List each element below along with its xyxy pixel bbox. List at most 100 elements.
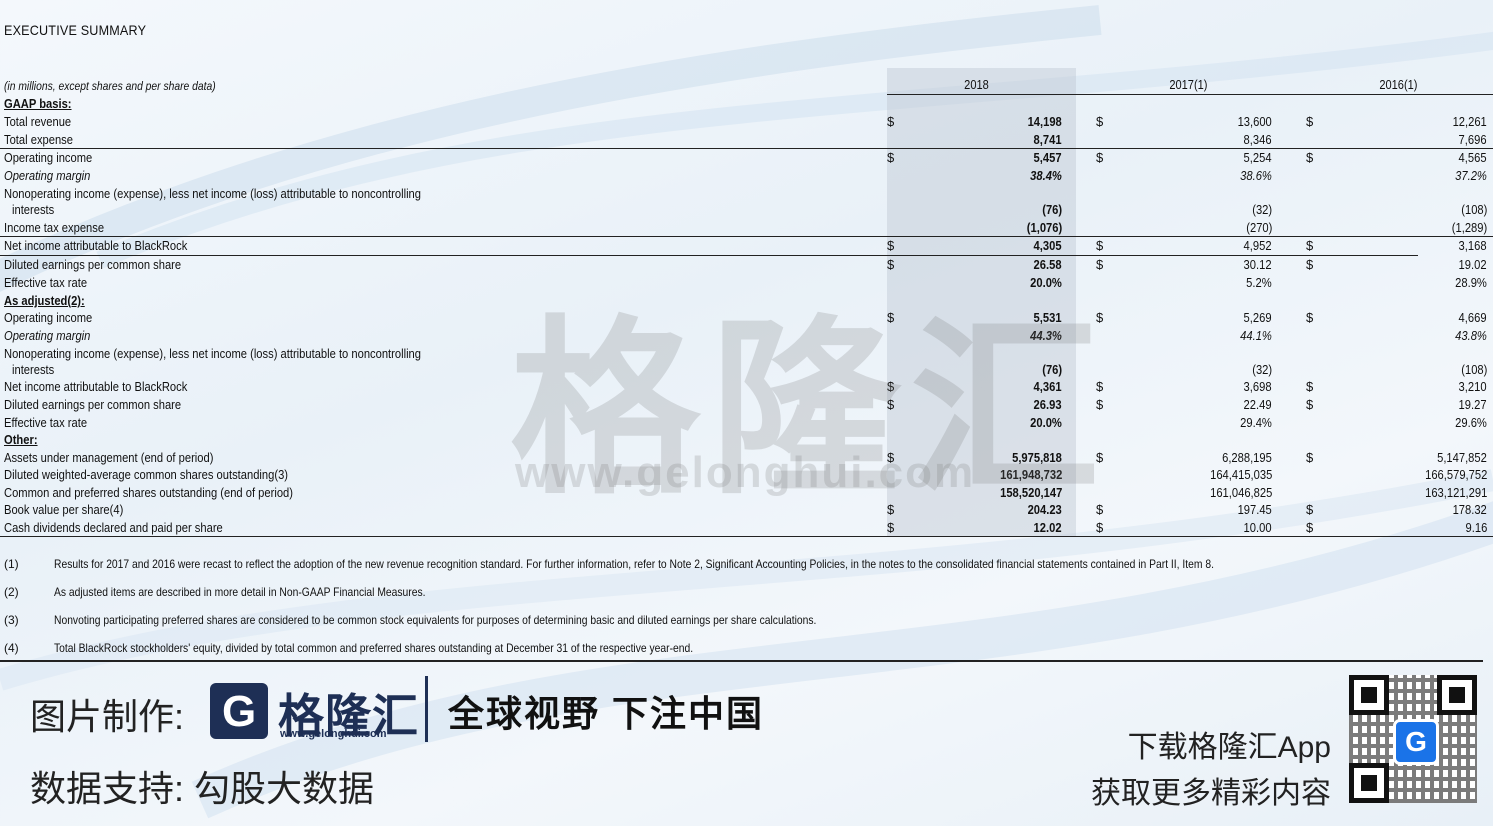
table-row: Income tax expense (1,076) (270) (1,289) <box>0 220 1493 237</box>
cell-value-2016: 3,210 <box>1459 379 1487 394</box>
cell-value-2016: 166,579,752 <box>1424 467 1487 482</box>
currency-symbol: $ <box>1306 379 1314 394</box>
cell-value-2017: 38.6% <box>1240 168 1272 183</box>
row-label: Total revenue <box>4 114 72 129</box>
cell-value-2017: 164,415,035 <box>1209 467 1272 482</box>
footnote-number: (3) <box>4 613 19 627</box>
rule <box>0 236 1493 237</box>
cell-value-2017: 13,600 <box>1237 114 1272 129</box>
currency-symbol: $ <box>1306 114 1314 129</box>
table-row: interests (76) (32) (108) <box>0 202 1493 219</box>
units-note: (in millions, except shares and per shar… <box>4 79 216 93</box>
row-label: As adjusted(2): <box>4 293 85 308</box>
cell-value-2017: 5,254 <box>1244 150 1272 165</box>
footnote-text: Nonvoting participating preferred shares… <box>54 613 817 627</box>
currency-symbol: $ <box>1306 397 1314 412</box>
cell-value-2016: 43.8% <box>1455 328 1487 343</box>
cell-value-2016: 163,121,291 <box>1424 485 1487 500</box>
cell-value-2017: 5,269 <box>1244 310 1272 325</box>
cell-value-2018: (76) <box>1042 202 1062 217</box>
footnote-text: As adjusted items are described in more … <box>54 585 426 599</box>
cell-value-2017: 22.49 <box>1244 397 1272 412</box>
cell-value-2016: 29.6% <box>1455 415 1487 430</box>
rule <box>0 536 1493 537</box>
download-app-text: 下载格隆汇App <box>1127 731 1331 764</box>
table-row: Total expense 8,741 8,346 7,696 <box>0 132 1493 149</box>
cell-value-2016: 9.16 <box>1465 520 1487 535</box>
banner-separator <box>425 676 428 742</box>
page-title: EXECUTIVE SUMMARY <box>4 22 147 38</box>
qr-code-icon[interactable]: G <box>1349 675 1477 803</box>
more-content-text: 获取更多精彩内容 <box>1091 777 1331 810</box>
cell-value-2016: 4,669 <box>1459 310 1487 325</box>
row-label: Other: <box>4 432 38 447</box>
cell-value-2018: 38.4% <box>1030 168 1062 183</box>
cell-value-2016: (108) <box>1460 362 1487 377</box>
gelonghui-logo-icon: G <box>210 683 268 739</box>
row-label: Diluted earnings per common share <box>4 397 182 412</box>
year-header-2018: 2018 <box>964 77 989 92</box>
currency-symbol: $ <box>1096 238 1104 253</box>
currency-symbol: $ <box>1306 238 1314 253</box>
cell-value-2017: 5.2% <box>1246 275 1272 290</box>
cell-value-2017: 6,288,195 <box>1222 450 1272 465</box>
cell-value-2016: 12,261 <box>1452 114 1487 129</box>
year-header-2017: 2017(1) <box>1169 77 1208 92</box>
row-label: Total expense <box>4 132 74 147</box>
cell-value-2016: 4,565 <box>1459 150 1487 165</box>
row-label: Operating margin <box>4 168 91 183</box>
data-support-label: 数据支持: 勾股大数据 <box>30 768 375 809</box>
row-label: interests <box>12 202 55 217</box>
currency-symbol: $ <box>887 150 895 165</box>
row-label: Net income attributable to BlackRock <box>4 238 188 253</box>
footnote-number: (1) <box>4 557 19 571</box>
row-label: Operating income <box>4 150 93 165</box>
currency-symbol: $ <box>1096 150 1104 165</box>
cell-value-2016: (108) <box>1460 202 1487 217</box>
currency-symbol: $ <box>887 238 895 253</box>
footnote-text: Results for 2017 and 2016 were recast to… <box>54 557 1214 571</box>
row-label: Cash dividends declared and paid per sha… <box>4 520 223 535</box>
cell-value-2016: 19.27 <box>1459 397 1487 412</box>
row-label: Common and preferred shares outstanding … <box>4 485 293 500</box>
table-row: Operating income $ $ $5,457 5,254 4,565 <box>0 150 1493 167</box>
cell-value-2016: (1,289) <box>1451 220 1487 235</box>
row-label: Income tax expense <box>4 220 105 235</box>
currency-symbol: $ <box>1096 114 1104 129</box>
qr-finder <box>1437 675 1477 715</box>
cell-value-2016: 28.9% <box>1455 275 1487 290</box>
cell-value-2016: 178.32 <box>1452 502 1487 517</box>
row-label: Effective tax rate <box>4 415 88 430</box>
row-label: Effective tax rate <box>4 275 88 290</box>
row-label: Nonoperating income (expense), less net … <box>4 346 421 361</box>
row-label: Operating income <box>4 310 93 325</box>
cell-value-2016: 3,168 <box>1459 238 1487 253</box>
currency-symbol: $ <box>1306 257 1314 272</box>
cell-value-2017: (270) <box>1245 220 1272 235</box>
row-label: Net income attributable to BlackRock <box>4 379 188 394</box>
footnote-text: Total BlackRock stockholders' equity, di… <box>54 641 694 655</box>
cell-value-2017: 44.1% <box>1240 328 1272 343</box>
cell-value-2017: 10.00 <box>1244 520 1272 535</box>
made-by-label: 图片制作: <box>30 696 185 737</box>
qr-logo: G <box>1393 719 1439 765</box>
slogan: 全球视野 下注中国 <box>448 693 765 734</box>
logo-url: www.gelonghui.com <box>280 728 387 740</box>
watermark-url: www.gelonghui.com <box>515 448 976 497</box>
currency-symbol: $ <box>887 114 895 129</box>
row-label: Assets under management (end of period) <box>4 450 214 465</box>
row-label: interests <box>12 362 55 377</box>
cell-value-2018: 5,457 <box>1034 150 1062 165</box>
cell-value-2017: 30.12 <box>1244 257 1272 272</box>
cell-value-2017: (32) <box>1252 362 1272 377</box>
cell-value-2017: 29.4% <box>1240 415 1272 430</box>
table-row: GAAP basis: <box>0 96 1493 113</box>
currency-symbol: $ <box>1306 150 1314 165</box>
currency-symbol: $ <box>1306 310 1314 325</box>
qr-finder <box>1349 763 1389 803</box>
cell-value-2017: 197.45 <box>1237 502 1272 517</box>
cell-value-2017: 3,698 <box>1244 379 1272 394</box>
cell-value-2017: 8,346 <box>1244 132 1272 147</box>
footnote-number: (2) <box>4 585 19 599</box>
row-label: Diluted earnings per common share <box>4 257 182 272</box>
